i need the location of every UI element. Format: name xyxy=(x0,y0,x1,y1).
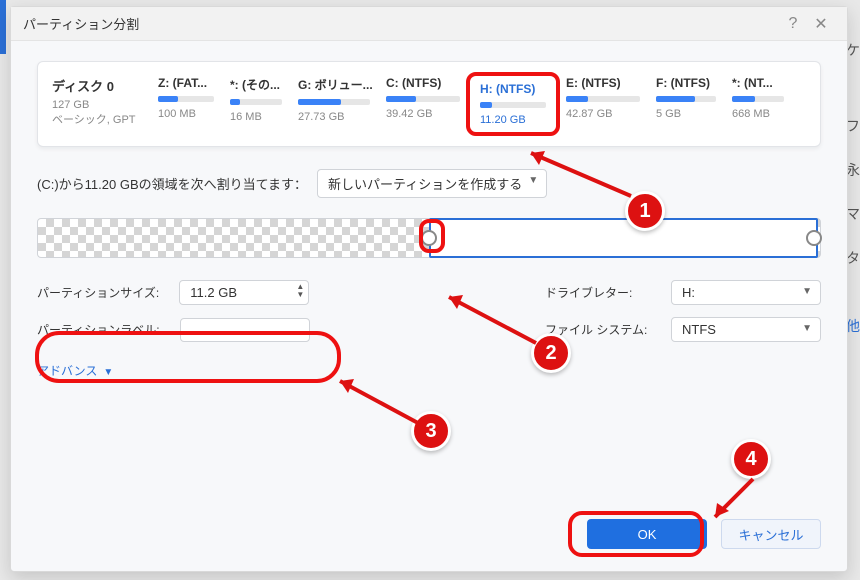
bg-text: マ xyxy=(846,204,860,224)
partition-usage-bar xyxy=(480,102,546,108)
slider-selection xyxy=(429,218,818,258)
disk-header: ディスク 0 127 GB ベーシック, GPT xyxy=(52,76,144,132)
partition-label: Z: (FAT... xyxy=(158,76,214,90)
partition-split-dialog: パーティション分割 ? ✕ ディスク 0 127 GB ベーシック, GPT Z… xyxy=(10,6,848,572)
bg-text: 他 xyxy=(846,316,860,336)
partition-size: 39.42 GB xyxy=(386,108,460,120)
partition-tile[interactable]: Z: (FAT... 100 MB xyxy=(152,76,220,132)
disk-type: ベーシック, GPT xyxy=(52,111,144,127)
help-icon[interactable]: ? xyxy=(779,10,807,38)
dialog-title: パーティション分割 xyxy=(23,14,779,33)
bg-text: 永 xyxy=(846,160,860,180)
chevron-down-icon: ▼ xyxy=(103,367,113,378)
partition-usage-bar xyxy=(566,96,640,102)
partition-size: 42.87 GB xyxy=(566,108,640,120)
partition-usage-bar xyxy=(298,99,370,105)
partition-usage-bar xyxy=(386,96,460,102)
partition-slider[interactable] xyxy=(37,218,821,258)
partition-usage-bar xyxy=(158,96,214,102)
partition-label-input[interactable] xyxy=(180,318,310,342)
file-system-label: ファイル システム: xyxy=(545,321,655,338)
annotation-badge-4: 4 xyxy=(731,439,771,479)
close-icon[interactable]: ✕ xyxy=(807,10,835,38)
partition-label-label: パーティションラベル: xyxy=(37,321,160,338)
partition-label: E: (NTFS) xyxy=(566,76,640,90)
annotation-box-slider xyxy=(423,223,441,249)
partition-label: C: (NTFS) xyxy=(386,76,460,90)
partition-size: 100 MB xyxy=(158,108,214,120)
partition-size-input[interactable]: 11.2 GB ▲▼ xyxy=(179,280,309,305)
partition-tile[interactable]: G: ボリュー... 27.73 GB xyxy=(292,76,376,132)
file-system-dropdown[interactable]: NTFS xyxy=(671,317,821,342)
partition-usage-bar xyxy=(732,96,784,102)
drive-letter-label: ドライブレター: xyxy=(545,284,655,301)
partition-size-label: パーティションサイズ: xyxy=(37,284,159,301)
allocate-target-dropdown[interactable]: 新しいパーティションを作成する xyxy=(317,169,547,198)
bg-text: ケ xyxy=(846,40,860,60)
file-system-value: NTFS xyxy=(682,322,716,337)
allocate-text: (C:)から11.20 GBの領域を次へ割り当てます： xyxy=(37,174,307,193)
ok-button[interactable]: OK xyxy=(587,519,707,549)
disk-size: 127 GB xyxy=(52,99,144,111)
bg-text: タ xyxy=(846,248,860,268)
slider-handle-right[interactable] xyxy=(806,230,822,246)
partition-size: 27.73 GB xyxy=(298,111,370,123)
advanced-toggle[interactable]: アドバンス▼ xyxy=(37,362,821,379)
disk-name: ディスク 0 xyxy=(52,76,144,95)
partition-tile[interactable]: *: (その... 16 MB xyxy=(224,76,288,132)
drive-letter-value: H: xyxy=(682,285,695,300)
annotation-badge-3: 3 xyxy=(411,411,451,451)
partition-size: 16 MB xyxy=(230,111,282,123)
partition-tile[interactable]: H: (NTFS) 11.20 GB xyxy=(470,76,556,132)
stepper-arrows-icon[interactable]: ▲▼ xyxy=(296,283,304,299)
partition-label: F: (NTFS) xyxy=(656,76,716,90)
cancel-button[interactable]: キャンセル xyxy=(721,519,821,549)
allocate-target-value: 新しいパーティションを作成する xyxy=(328,177,522,192)
partition-tile[interactable]: E: (NTFS) 42.87 GB xyxy=(560,76,646,132)
partition-size: 5 GB xyxy=(656,108,716,120)
disk-panel: ディスク 0 127 GB ベーシック, GPT Z: (FAT... 100 M… xyxy=(37,61,821,147)
partition-tile[interactable]: C: (NTFS) 39.42 GB xyxy=(380,76,466,132)
partition-label: G: ボリュー... xyxy=(298,76,370,93)
bg-text: フ xyxy=(846,116,860,136)
partition-label: *: (NT... xyxy=(732,76,784,90)
partition-tile[interactable]: F: (NTFS) 5 GB xyxy=(650,76,722,132)
partition-tile[interactable]: *: (NT... 668 MB xyxy=(726,76,790,132)
partition-usage-bar xyxy=(230,99,282,105)
partition-size-value: 11.2 GB xyxy=(190,285,237,300)
titlebar: パーティション分割 ? ✕ xyxy=(11,7,847,41)
partition-label: *: (その... xyxy=(230,76,282,93)
partition-size: 11.20 GB xyxy=(480,114,546,126)
partition-size: 668 MB xyxy=(732,108,784,120)
partition-usage-bar xyxy=(656,96,716,102)
annotation-arrow-3 xyxy=(326,371,436,441)
drive-letter-dropdown[interactable]: H: xyxy=(671,280,821,305)
partition-label: H: (NTFS) xyxy=(480,82,546,96)
